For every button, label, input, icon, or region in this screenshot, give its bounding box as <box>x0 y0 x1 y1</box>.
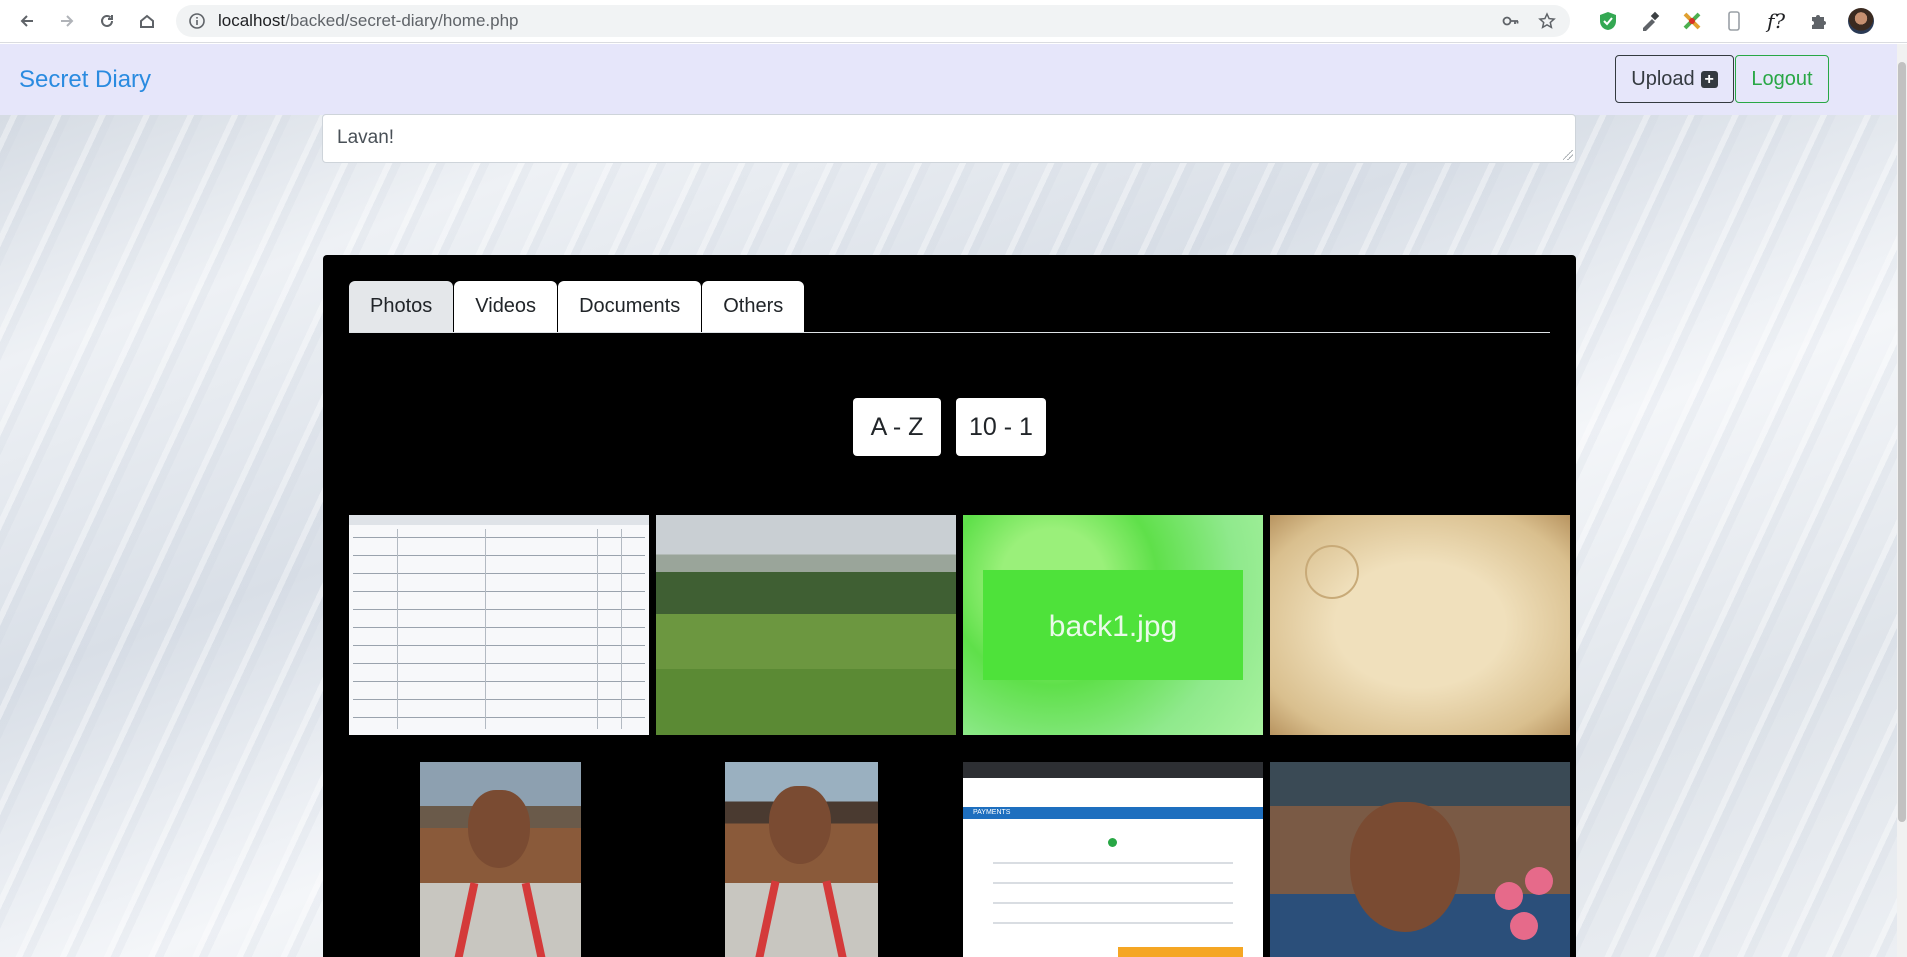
photo-thumbnail-selfie[interactable] <box>1270 762 1570 957</box>
lanyard-shape <box>521 882 551 957</box>
plus-square-icon: + <box>1700 70 1718 88</box>
photo-thumbnail-spreadsheet[interactable] <box>349 515 649 735</box>
sort-numeric-button[interactable]: 10 - 1 <box>956 398 1046 456</box>
sheet-column <box>621 529 622 729</box>
flower-shape <box>1525 867 1553 895</box>
payment-title: PAYMENTS <box>973 809 1011 816</box>
sheet-column <box>485 529 486 729</box>
face-shape <box>769 786 831 864</box>
upload-label: Upload <box>1631 67 1695 90</box>
green-banner-label: back1.jpg <box>1048 610 1178 643</box>
page-content: Secret Diary Upload + Logout Lavan! Phot… <box>0 44 1897 957</box>
payment-browser-bar <box>963 762 1263 778</box>
resize-grip-icon[interactable] <box>1563 150 1573 160</box>
photo-thumbnail-green-back[interactable]: back1.jpg <box>963 515 1263 735</box>
diary-text: Lavan! <box>337 127 395 148</box>
photo-thumbnail-aerial-field[interactable] <box>656 515 956 735</box>
payment-line <box>993 902 1233 904</box>
address-bar[interactable]: localhost/backed/secret-diary/home.php <box>176 5 1570 37</box>
browser-toolbar: localhost/backed/secret-diary/home.php f… <box>0 0 1907 43</box>
photo-thumbnail-portrait-1[interactable] <box>420 762 581 957</box>
star-icon[interactable] <box>1538 12 1556 30</box>
info-icon[interactable] <box>188 12 206 30</box>
payment-line <box>993 862 1233 864</box>
lanyard-shape <box>750 880 780 957</box>
eyedropper-icon[interactable] <box>1638 9 1662 33</box>
media-tabs: Photos Videos Documents Others <box>349 281 1550 333</box>
logout-button[interactable]: Logout <box>1735 55 1829 103</box>
home-icon[interactable] <box>134 8 160 34</box>
key-icon[interactable] <box>1502 12 1520 30</box>
clock-icon <box>1305 545 1359 599</box>
reload-icon[interactable] <box>94 8 120 34</box>
back-icon[interactable] <box>14 8 40 34</box>
upload-button[interactable]: Upload + <box>1615 55 1734 103</box>
photo-thumbnail-portrait-2[interactable] <box>725 762 878 957</box>
sort-alpha-button[interactable]: A - Z <box>853 398 941 456</box>
flower-shape <box>1495 882 1523 910</box>
formula-icon[interactable]: f? <box>1764 9 1788 33</box>
page-scrollbar[interactable] <box>1897 44 1907 957</box>
tab-videos[interactable]: Videos <box>454 281 558 332</box>
payment-line <box>993 922 1233 924</box>
puzzle-icon[interactable] <box>1806 9 1830 33</box>
sheet-column <box>397 529 398 729</box>
photo-thumbnail-payment-screenshot[interactable]: PAYMENTS <box>963 762 1263 957</box>
url-path: /backed/secret-diary/home.php <box>285 11 519 30</box>
success-check-icon <box>1108 838 1117 847</box>
payment-line <box>993 882 1233 884</box>
brand-link[interactable]: Secret Diary <box>19 66 151 94</box>
tab-documents[interactable]: Documents <box>558 281 702 332</box>
url-text: localhost/backed/secret-diary/home.php <box>218 11 519 31</box>
cross-tools-icon[interactable] <box>1680 9 1704 33</box>
profile-avatar[interactable] <box>1848 8 1874 34</box>
extensions-bar: f? <box>1596 8 1874 34</box>
url-host: localhost <box>218 11 286 30</box>
payment-orange-block <box>1118 947 1243 957</box>
navbar: Secret Diary Upload + Logout <box>0 44 1897 115</box>
tab-others[interactable]: Others <box>702 281 805 332</box>
tab-photos[interactable]: Photos <box>349 281 454 332</box>
diary-textarea[interactable]: Lavan! <box>322 114 1576 163</box>
face-shape <box>468 790 530 868</box>
sheet-header <box>349 515 649 525</box>
media-panel: Photos Videos Documents Others A - Z 10 … <box>323 255 1576 957</box>
lanyard-shape <box>822 880 852 957</box>
shield-icon[interactable] <box>1596 9 1620 33</box>
scrollbar-thumb[interactable] <box>1898 62 1906 822</box>
flower-shape <box>1510 912 1538 940</box>
face-shape <box>1350 802 1460 932</box>
phone-icon[interactable] <box>1722 9 1746 33</box>
forward-icon[interactable] <box>54 8 80 34</box>
lanyard-shape <box>449 882 479 957</box>
photo-thumbnail-vintage-paper[interactable] <box>1270 515 1570 735</box>
sheet-column <box>597 529 598 729</box>
